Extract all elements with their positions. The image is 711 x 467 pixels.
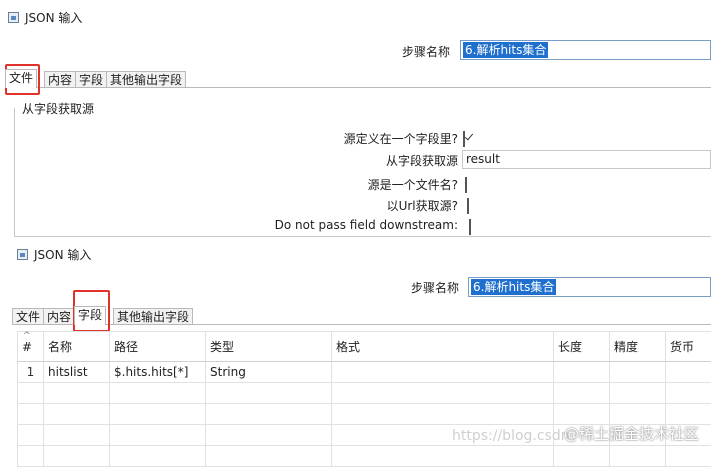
table-cell-name[interactable]: hitslist — [44, 362, 110, 383]
table-row-empty[interactable] — [18, 383, 711, 404]
watermark-url: https://blog.csdn — [452, 428, 570, 444]
source-in-field-label: 源定义在一个字段里? — [300, 130, 458, 147]
fields-table-header-row: # 名称 路径 类型 格式 长度 精度 货币 — [18, 332, 711, 362]
table-cell-length[interactable] — [554, 362, 610, 383]
col-header-type[interactable]: 类型 — [206, 332, 332, 362]
json-input-icon — [8, 12, 19, 23]
top-step-name-label: 步骤名称 — [402, 43, 450, 60]
bottom-tab-content[interactable]: 内容 — [43, 308, 75, 325]
top-window-title: JSON 输入 — [25, 9, 82, 26]
watermark-brand: @稀土掘金技术社区 — [564, 423, 699, 444]
table-cell-currency[interactable] — [666, 362, 711, 383]
source-in-field-checkbox[interactable] — [463, 131, 465, 147]
table-row-empty[interactable] — [18, 446, 711, 467]
top-tab-file[interactable]: 文件 — [5, 69, 37, 88]
col-header-path[interactable]: 路径 — [110, 332, 206, 362]
col-header-name[interactable]: 名称 — [44, 332, 110, 362]
source-is-filename-checkbox[interactable] — [465, 177, 467, 193]
top-tab-content[interactable]: 内容 — [44, 71, 76, 88]
table-cell-path[interactable]: $.hits.hits[*] — [110, 362, 206, 383]
table-cell-type[interactable]: String — [206, 362, 332, 383]
bottom-step-name-label: 步骤名称 — [411, 279, 459, 296]
fields-table: # 名称 路径 类型 格式 长度 精度 货币 1 hitslist $.hits… — [17, 331, 711, 467]
bottom-step-name-value: 6.解析hits集合 — [471, 279, 556, 295]
table-row[interactable]: 1 hitslist $.hits.hits[*] String — [18, 362, 711, 383]
bottom-window-title: JSON 输入 — [34, 246, 91, 263]
table-cell-index: 1 — [18, 362, 44, 383]
col-header-length[interactable]: 长度 — [554, 332, 610, 362]
source-is-filename-label: 源是一个文件名? — [300, 176, 458, 193]
top-step-name-input[interactable]: 6.解析hits集合 — [460, 40, 711, 60]
get-source-from-field-label: 从字段获取源 — [300, 152, 458, 169]
sort-indicator-icon: ^ — [23, 331, 31, 341]
bottom-tab-bar: 文件 内容 字段 其他输出字段 — [12, 306, 192, 325]
do-not-pass-field-label: Do not pass field downstream: — [240, 218, 458, 232]
bottom-window-title-bar: JSON 输入 — [17, 246, 91, 263]
bottom-tab-file[interactable]: 文件 — [12, 308, 44, 325]
json-input-icon — [17, 249, 28, 260]
top-step-name-value: 6.解析hits集合 — [463, 42, 548, 58]
bottom-tab-panel-border — [12, 324, 711, 325]
top-tab-fields[interactable]: 字段 — [75, 71, 107, 88]
table-row-empty[interactable] — [18, 404, 711, 425]
get-source-from-field-select[interactable]: result — [462, 150, 711, 169]
do-not-pass-field-checkbox[interactable] — [469, 219, 471, 235]
col-header-precision[interactable]: 精度 — [610, 332, 666, 362]
top-window-title-bar: JSON 输入 — [8, 9, 82, 26]
get-from-url-checkbox[interactable] — [467, 198, 469, 214]
top-tab-panel-border — [5, 87, 711, 88]
get-from-url-label: 以Url获取源? — [300, 197, 458, 214]
top-tab-bar: 文件 内容 字段 其他输出字段 — [5, 69, 185, 88]
col-header-currency[interactable]: 货币 — [666, 332, 711, 362]
table-cell-precision[interactable] — [610, 362, 666, 383]
top-tab-other-output-fields[interactable]: 其他输出字段 — [106, 71, 186, 88]
col-header-format[interactable]: 格式 — [332, 332, 554, 362]
bottom-tab-other-output-fields[interactable]: 其他输出字段 — [113, 308, 193, 325]
bottom-tab-fields[interactable]: 字段 — [74, 306, 106, 325]
table-cell-format[interactable] — [332, 362, 554, 383]
bottom-step-name-input[interactable]: 6.解析hits集合 — [468, 277, 711, 297]
